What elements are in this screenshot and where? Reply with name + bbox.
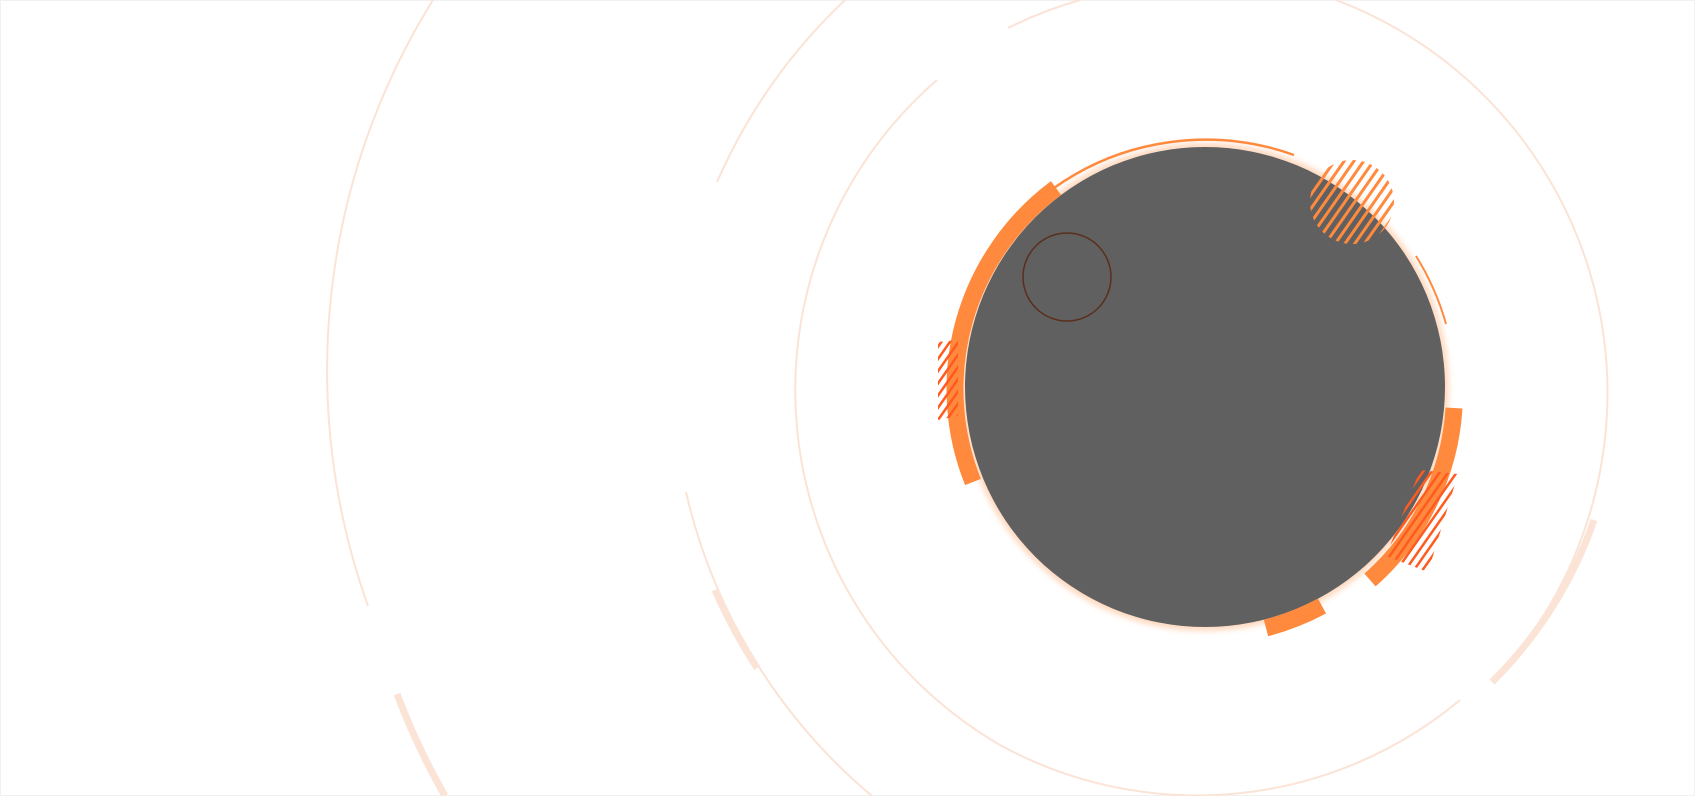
middle-faint-arc-thick <box>711 588 760 670</box>
decorative-orbit-illustration <box>326 0 1609 796</box>
red-hatch-left <box>938 340 958 420</box>
middle-faint-arc-lower <box>685 491 873 796</box>
page-canvas <box>0 0 1695 796</box>
inner-faint-ring-bottom <box>999 699 1461 796</box>
right-faint-ring <box>1007 0 1081 29</box>
outer-faint-arc-left <box>326 0 434 607</box>
outer-faint-arc-bottom-left <box>393 692 449 796</box>
middle-faint-arc-top <box>716 0 846 183</box>
